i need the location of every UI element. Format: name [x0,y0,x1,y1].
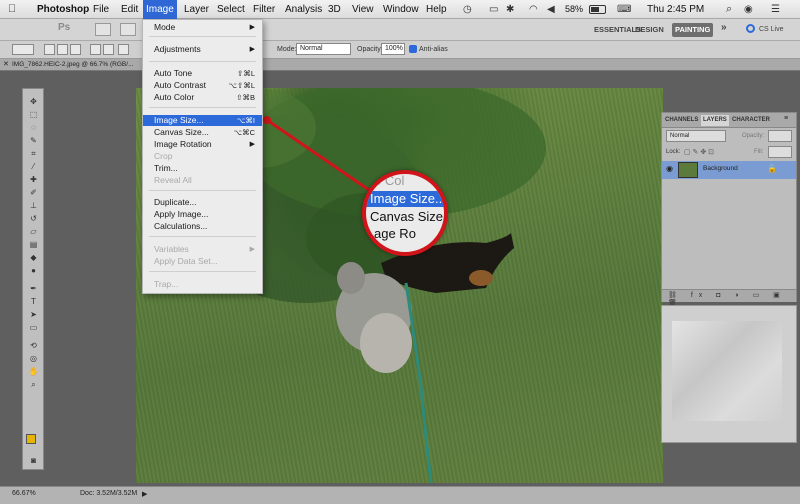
menu-item-auto-contrast[interactable]: Auto Contrast ⌥⇧⌘L [143,80,262,91]
menu-item-trap: Trap... [154,279,179,289]
lens-line-rotation: age Ro [374,226,416,241]
submenu-arrow-icon: ▶ [249,246,255,253]
lock-icons[interactable]: ▢ ✎ ✥ ⊡ [684,148,714,156]
lock-label: Lock: [666,149,681,155]
lens-line-canvas-size: Canvas Size [370,209,443,224]
lower-panel [661,305,797,443]
menu-item-calculations[interactable]: Calculations... [143,221,262,232]
menu-item-trim[interactable]: Trim... [143,163,262,174]
menu-item-mode[interactable]: Mode ▶ [143,22,262,33]
fill-field[interactable] [768,146,792,158]
magnifier-callout: o Col Image Size.. Canvas Size age Ro [362,170,448,256]
menu-item-canvas-size[interactable]: Canvas Size... ⌥⌘C [143,127,262,138]
menu-item-auto-tone[interactable]: Auto Tone ⇧⌘L [143,68,262,79]
lens-line-auto-color: o Col [374,173,405,188]
layer-thumbnail [678,162,698,178]
status-bar: 66.67% Doc: 3.52M/3.52M ▶ [0,486,800,504]
submenu-arrow-icon: ▶ [249,46,255,53]
menu-item-image-rotation[interactable]: Image Rotation ▶ [143,139,262,150]
status-arrow-icon[interactable]: ▶ [142,490,147,498]
submenu-arrow-icon: ▶ [249,141,255,148]
menu-item-variables: Variables ▶ [154,244,255,254]
menu-item-duplicate[interactable]: Duplicate... [143,197,262,208]
image-menu-dropdown: Mode ▶ Adjustments ▶ Auto Tone ⇧⌘L Auto Con… [142,19,263,294]
menu-item-auto-color[interactable]: Auto Color ⇧⌘B [143,92,262,103]
tab-channels[interactable]: CHANNELS [665,115,698,126]
menu-item-apply-data-set: Apply Data Set... [154,256,218,266]
menu-item-reveal-all: Reveal All [154,175,192,185]
menu-item-adjustments[interactable]: Adjustments ▶ [143,44,262,55]
menu-item-image-size[interactable]: Image Size... ⌥⌘I [143,115,262,126]
visibility-eye-icon[interactable]: ◉ [666,164,673,173]
blend-mode-select[interactable]: Normal [666,130,726,142]
menu-item-apply-image[interactable]: Apply Image... [143,209,262,220]
layer-row-background[interactable]: ◉ Background 🔒 [662,161,796,179]
tab-character[interactable]: CHARACTER [732,115,770,126]
layer-opacity-field[interactable] [768,130,792,142]
layer-name: Background [703,165,738,172]
menu-item-crop: Crop [154,151,173,161]
document-size[interactable]: Doc: 3.52M/3.52M [80,490,137,497]
layers-panel: CHANNELS LAYERS CHARACTER ≡ Normal Opaci… [661,112,797,307]
fill-label: Fill: [754,149,764,155]
opacity-label: Opacity: [742,133,765,139]
tab-layers[interactable]: LAYERS [701,115,729,126]
lens-line-image-size: Image Size.. [370,191,443,206]
layer-lock-icon: 🔒 [767,164,777,173]
zoom-level[interactable]: 66.67% [12,490,36,497]
layers-footer: ⛓ fx ◘ ◑ ▭ ▣ 🗑 [662,289,796,307]
submenu-arrow-icon: ▶ [249,24,255,31]
panel-menu-icon[interactable]: ≡ [784,115,788,122]
